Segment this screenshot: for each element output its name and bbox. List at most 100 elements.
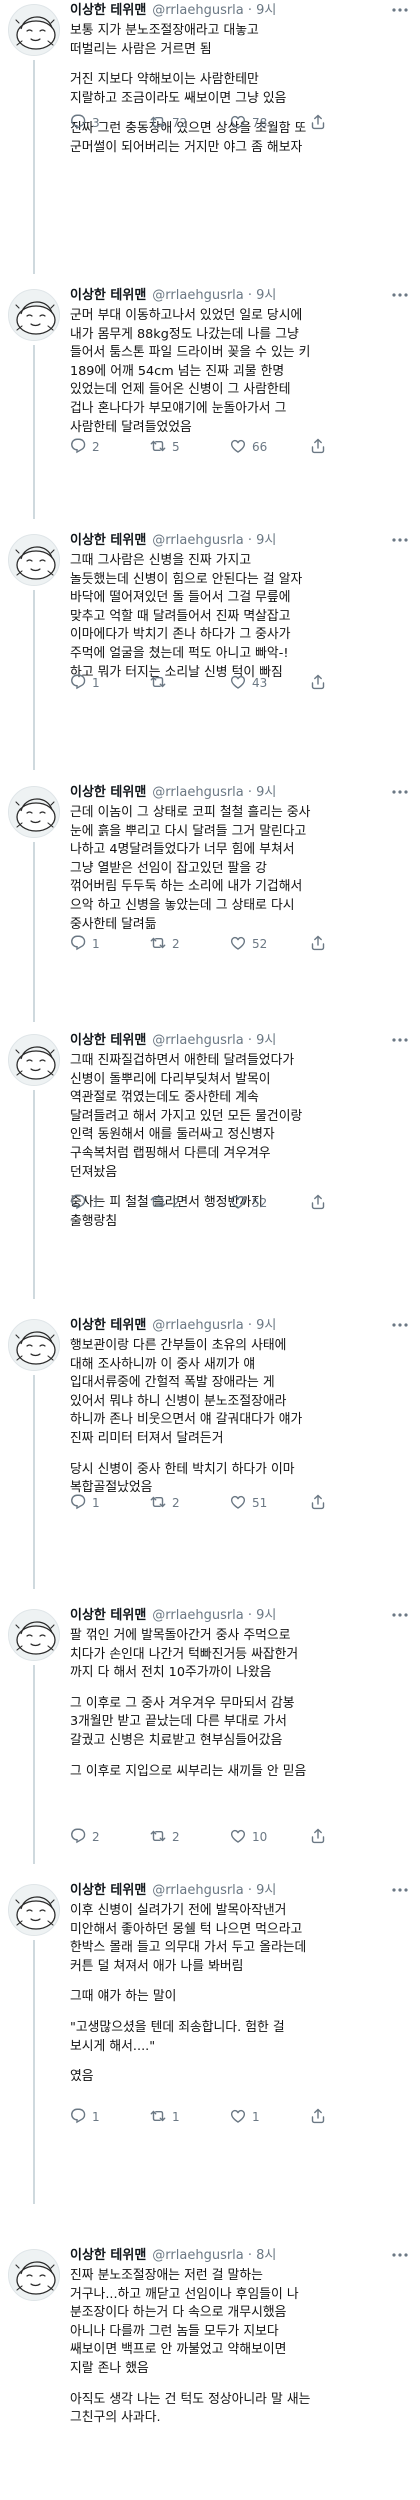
share-button[interactable] [310, 1828, 332, 1847]
avatar[interactable] [8, 786, 60, 838]
retweet-icon [150, 114, 172, 133]
more-options-icon[interactable] [390, 2247, 410, 2263]
tweet[interactable]: 이상한 테위맨 @rrlaehgusrla · 9시팔 꺾인 거에 발목돌아간거 … [0, 1605, 420, 1864]
avatar[interactable] [8, 1319, 60, 1371]
handle-and-time[interactable]: @rrlaehgusrla · 8시 [152, 2248, 276, 2263]
share-button[interactable] [310, 438, 332, 457]
retweet-button[interactable]: 72 [150, 114, 230, 133]
display-name[interactable]: 이상한 테위맨 [70, 3, 146, 18]
share-button[interactable] [310, 935, 332, 954]
tweet-paragraph: 이후 신병이 실려가기 전에 발목아작낸거 미안해서 좋아하던 몽쉘 턱 나으면… [70, 1903, 307, 1974]
like-button[interactable]: 10 [230, 1828, 310, 1847]
more-options-icon[interactable] [390, 532, 410, 548]
more-options-icon[interactable] [390, 287, 410, 303]
retweet-count: 2 [172, 1830, 180, 1844]
avatar[interactable] [8, 2249, 60, 2301]
tweet[interactable]: 이상한 테위맨 @rrlaehgusrla · 9시이후 신병이 실려가기 전에 … [0, 1880, 420, 2204]
more-options-icon[interactable] [390, 1032, 410, 1048]
tweet[interactable]: 이상한 테위맨 @rrlaehgusrla · 9시 그때 진짜질겁하면서 애한테 … [0, 1030, 420, 1299]
more-options-icon[interactable] [390, 1882, 410, 1898]
retweet-button[interactable]: 2 [150, 935, 230, 954]
avatar-drawing [9, 1320, 59, 1370]
reply-button[interactable]: 1 [70, 1194, 150, 1213]
tweet-paragraph: 그 이후로 그 중사 겨우겨우 무마되서 감봉 3개월만 받고 끝났는데 다른 … [70, 1695, 295, 1748]
handle-and-time[interactable]: @rrlaehgusrla · 9시 [152, 1318, 276, 1333]
tweet-paragraph: 근데 이놈이 그 상태로 코피 철철 흘리는 중사 눈에 흙을 뿌리고 다시 달… [70, 805, 311, 932]
tweet[interactable]: 이상한 테위맨 @rrlaehgusrla · 8시진짜 분노조절장애는 저런 걸… [0, 2245, 420, 2500]
tweet-paragraph: 군머 부대 이동하고나서 있었던 일로 당시에 내가 몸무게 88kg정도 나갔… [70, 308, 311, 435]
retweet-button[interactable]: 2 [150, 1494, 230, 1513]
like-button[interactable]: 66 [230, 438, 310, 457]
display-name[interactable]: 이상한 테위맨 [70, 2248, 146, 2263]
thread-connector-line [33, 1375, 35, 1589]
like-button[interactable]: 51 [230, 1494, 310, 1513]
retweet-button[interactable]: 2 [150, 1828, 230, 1847]
reply-count: 2 [92, 440, 100, 454]
tweet-text: 근데 이놈이 그 상태로 코피 철철 흘리는 중사 눈에 흙을 뿌리고 다시 달… [70, 804, 405, 934]
share-button[interactable] [310, 1494, 332, 1513]
retweet-button[interactable]: 5 [150, 438, 230, 457]
avatar[interactable] [8, 1884, 60, 1936]
heart-icon [230, 114, 252, 133]
tweet[interactable]: 이상한 테위맨 @rrlaehgusrla · 9시근데 이놈이 그 상태로 코피… [0, 782, 420, 1022]
display-name[interactable]: 이상한 테위맨 [70, 785, 146, 800]
retweet-button[interactable] [150, 674, 230, 693]
handle-and-time[interactable]: @rrlaehgusrla · 9시 [152, 288, 276, 303]
handle-and-time[interactable]: @rrlaehgusrla · 9시 [152, 1033, 276, 1048]
tweet[interactable]: 이상한 테위맨 @rrlaehgusrla · 9시행보관이랑 다른 간부들이 초… [0, 1315, 420, 1589]
handle-and-time[interactable]: @rrlaehgusrla · 9시 [152, 785, 276, 800]
reply-button[interactable]: 2 [70, 438, 150, 457]
avatar[interactable] [8, 1034, 60, 1086]
tweet[interactable]: 이상한 테위맨 @rrlaehgusrla · 9시그때 그사람은 신병을 진짜 … [0, 530, 420, 770]
tweet-text: 행보관이랑 다른 간부들이 초유의 사태에 대해 조사하니까 이 중사 새끼가 … [70, 1337, 405, 1498]
tweet-text: 팔 꺾인 거에 발목돌아간거 중사 주먹으로 치다가 손인대 나간거 턱빠진거등… [70, 1627, 405, 1781]
tweet-text: 그때 그사람은 신병을 진짜 가지고 놀듯했는데 신병이 힘으로 안된다는 걸 … [70, 552, 405, 682]
display-name[interactable]: 이상한 테위맨 [70, 288, 146, 303]
tweet-actions: 1 2 52 [70, 1193, 380, 1213]
share-button[interactable] [310, 2108, 332, 2127]
handle-and-time[interactable]: @rrlaehgusrla · 9시 [152, 533, 276, 548]
retweet-icon [150, 674, 172, 693]
like-button[interactable]: 52 [230, 1194, 310, 1213]
avatar[interactable] [8, 534, 60, 586]
more-options-icon[interactable] [390, 1607, 410, 1623]
avatar[interactable] [8, 1609, 60, 1661]
share-button[interactable] [310, 1194, 332, 1213]
handle-and-time[interactable]: @rrlaehgusrla · 9시 [152, 1883, 276, 1898]
share-icon [310, 1494, 332, 1513]
heart-icon [230, 438, 252, 457]
more-options-icon[interactable] [390, 2, 410, 18]
display-name[interactable]: 이상한 테위맨 [70, 1883, 146, 1898]
display-name[interactable]: 이상한 테위맨 [70, 1318, 146, 1333]
handle-and-time[interactable]: @rrlaehgusrla · 9시 [152, 3, 276, 18]
avatar[interactable] [8, 289, 60, 341]
more-options-icon[interactable] [390, 1317, 410, 1333]
handle-and-time[interactable]: @rrlaehgusrla · 9시 [152, 1608, 276, 1623]
share-button[interactable] [310, 674, 332, 693]
reply-button[interactable]: 3 [70, 114, 150, 133]
tweet[interactable]: 이상한 테위맨 @rrlaehgusrla · 9시 보통 지가 분노조절장애라고 … [0, 0, 420, 274]
like-button[interactable]: 1 [230, 2108, 310, 2127]
avatar-drawing [9, 5, 59, 55]
display-name[interactable]: 이상한 테위맨 [70, 533, 146, 548]
reply-button[interactable]: 1 [70, 674, 150, 693]
more-options-icon[interactable] [390, 784, 410, 800]
tweet-text: 진짜 분노조절장애는 저런 걸 말하는 거구나...하고 깨닫고 선임이나 후임… [70, 2267, 405, 2428]
like-button[interactable]: 78 [230, 114, 310, 133]
retweet-button[interactable]: 2 [150, 1194, 230, 1213]
reply-button[interactable]: 2 [70, 1828, 150, 1847]
heart-icon [230, 674, 252, 693]
share-button[interactable] [310, 114, 332, 133]
like-button[interactable]: 43 [230, 674, 310, 693]
avatar[interactable] [8, 4, 60, 56]
tweet[interactable]: 이상한 테위맨 @rrlaehgusrla · 9시군머 부대 이동하고나서 있었… [0, 285, 420, 519]
like-button[interactable]: 52 [230, 935, 310, 954]
display-name[interactable]: 이상한 테위맨 [70, 1608, 146, 1623]
reply-button[interactable]: 1 [70, 1494, 150, 1513]
display-name[interactable]: 이상한 테위맨 [70, 1033, 146, 1048]
reply-button[interactable]: 1 [70, 935, 150, 954]
reply-button[interactable]: 1 [70, 2108, 150, 2127]
tweet-header: 이상한 테위맨 @rrlaehgusrla · 9시 [70, 1317, 276, 1335]
retweet-icon [150, 935, 172, 954]
retweet-button[interactable]: 1 [150, 2108, 230, 2127]
